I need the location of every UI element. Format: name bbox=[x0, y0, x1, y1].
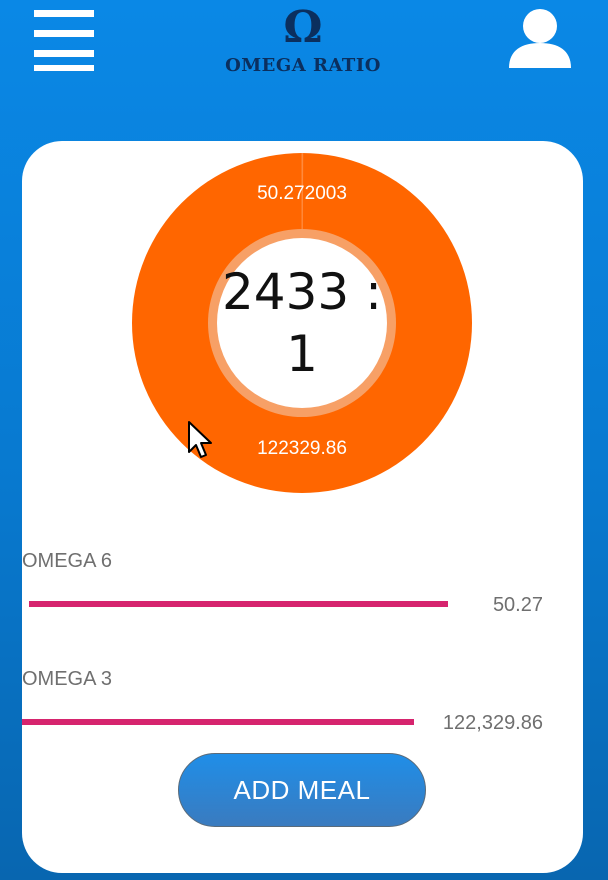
menu-bar-line bbox=[34, 30, 94, 37]
omega3-value: 122,329.86 bbox=[442, 712, 543, 734]
omega3-label: OMEGA 3 bbox=[22, 668, 113, 690]
donut-omega3-value-label: 122329.86 bbox=[257, 438, 347, 459]
omega6-value: 50.27 bbox=[492, 594, 543, 616]
omega6-progress-bar bbox=[29, 601, 448, 607]
omega-ratio-donut-chart: 50.272003 122329.86 2433 : 1 bbox=[132, 153, 472, 493]
hamburger-menu-icon[interactable] bbox=[34, 10, 94, 71]
app-header: Ω OMEGA RATIO bbox=[0, 0, 608, 140]
omega6-label: OMEGA 6 bbox=[22, 550, 113, 572]
omega3-progress-bar bbox=[22, 719, 414, 725]
omega-logo-symbol: Ω bbox=[283, 2, 323, 53]
app-title: OMEGA RATIO bbox=[225, 55, 381, 76]
menu-bar-line bbox=[34, 10, 94, 17]
ratio-card: 50.272003 122329.86 2433 : 1 OMEGA 6 50.… bbox=[22, 141, 583, 873]
user-profile-icon[interactable] bbox=[506, 6, 574, 70]
menu-bar-line bbox=[34, 50, 94, 57]
add-meal-button[interactable]: ADD MEAL bbox=[178, 753, 426, 827]
omega-ratio-value: 2433 : 1 bbox=[222, 263, 382, 383]
menu-bar-line bbox=[34, 65, 94, 71]
donut-omega6-value-label: 50.272003 bbox=[257, 183, 347, 204]
app-logo: Ω OMEGA RATIO bbox=[210, 4, 396, 78]
